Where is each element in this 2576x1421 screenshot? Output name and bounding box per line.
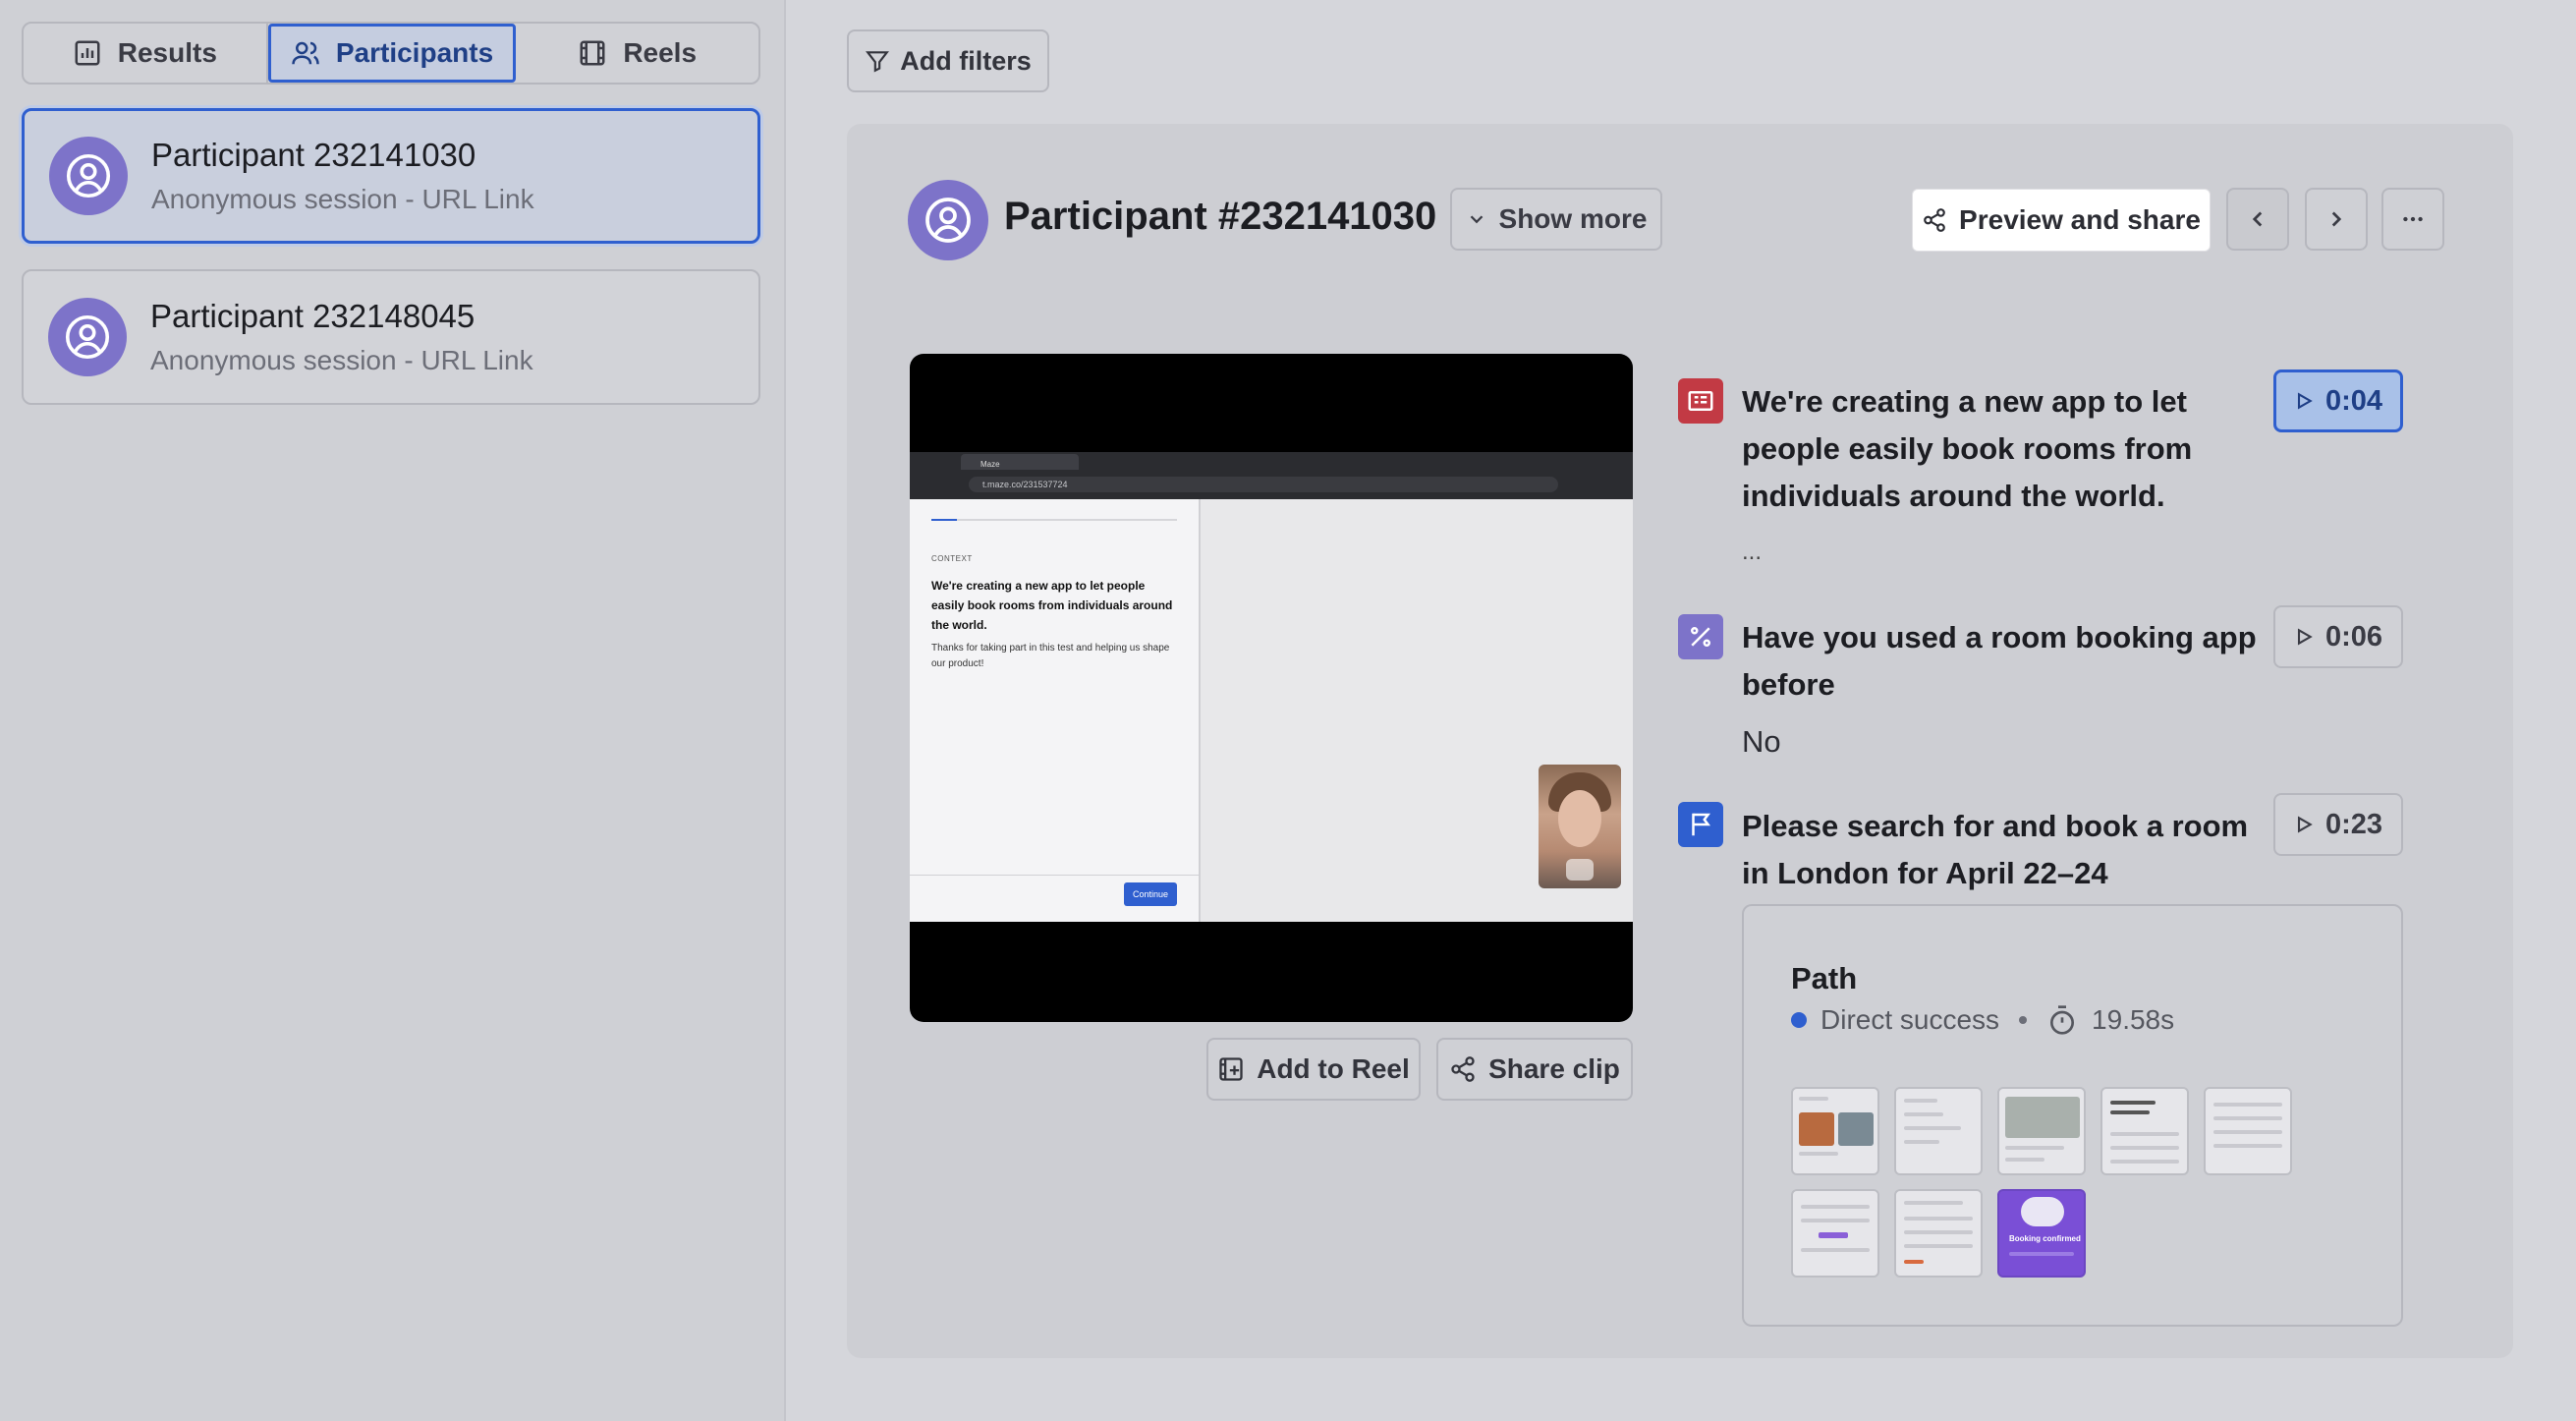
chevron-down-icon: [1470, 215, 1483, 224]
more-options-button[interactable]: [2381, 188, 2444, 251]
tab-participants-label: Participants: [335, 37, 494, 68]
participant-card[interactable]: Participant 232148045 Anonymous session …: [22, 269, 760, 405]
webcam-face: [1558, 790, 1601, 847]
question-text: Please search for and book a room in Lon…: [1742, 809, 2249, 890]
participant-name: Participant 232141030: [151, 137, 476, 173]
question-answer: ...: [1742, 539, 1763, 565]
sidebar: Results Participants Reels Participant 2…: [0, 0, 786, 1421]
mic-icon: [1566, 859, 1594, 881]
chevron-left-icon: [2252, 211, 2263, 227]
add-filters-button[interactable]: Add filters: [847, 29, 1049, 92]
booking-confirmed-label: Booking confirmed: [2009, 1234, 2081, 1243]
mission-flag-icon: [1678, 802, 1723, 847]
progress-bar: [931, 519, 1177, 521]
play-icon: [2297, 392, 2313, 410]
preview-and-share-label: Preview and share: [1959, 204, 2201, 235]
page-title: Participant #232141030: [1004, 195, 1437, 238]
screen-thumbnail[interactable]: Booking confirmed: [1997, 1189, 2086, 1278]
tab-results-label: Results: [117, 37, 217, 68]
add-to-reel-label: Add to Reel: [1257, 1053, 1410, 1084]
previous-participant-button[interactable]: [2226, 188, 2289, 251]
tab-results[interactable]: Results: [24, 24, 268, 83]
avatar: [48, 298, 127, 376]
context-block-icon: [1678, 378, 1723, 424]
divider: [910, 875, 1201, 876]
play-icon: [2297, 628, 2313, 646]
film-icon: [580, 40, 605, 66]
next-participant-button[interactable]: [2305, 188, 2368, 251]
separator-dot: [2019, 1016, 2028, 1024]
view-tabs: Results Participants Reels: [22, 22, 760, 85]
jump-to-timestamp-button[interactable]: 0:23: [2273, 793, 2403, 856]
browser-url: t.maze.co/231537724: [969, 477, 1558, 492]
timestamp-label: 0:23: [2324, 808, 2383, 840]
share-clip-label: Share clip: [1488, 1053, 1620, 1084]
participant-session: Anonymous session - URL Link: [151, 184, 534, 214]
timestamp-label: 0:06: [2324, 620, 2383, 653]
screen-thumbnail[interactable]: [1791, 1189, 1879, 1278]
preview-and-share-button[interactable]: Preview and share: [1912, 189, 2211, 252]
show-more-label: Show more: [1498, 203, 1648, 234]
webcam-feed: [1539, 765, 1621, 888]
question-text: Have you used a room booking app before: [1742, 620, 2257, 702]
share-icon: [1924, 208, 1945, 232]
tab-reels[interactable]: Reels: [516, 24, 758, 83]
browser-tab: Maze: [961, 454, 1079, 470]
yes-no-icon: [1678, 614, 1723, 659]
user-circle-icon: [66, 153, 111, 199]
filter-icon: [866, 51, 890, 73]
tab-reels-label: Reels: [623, 37, 698, 68]
recorded-screen: CONTEXT We're creating a new app to let …: [910, 499, 1633, 922]
screen-thumbnail[interactable]: [1997, 1087, 2086, 1175]
path-title: Path: [1791, 961, 1858, 995]
add-filters-label: Add filters: [900, 45, 1032, 76]
screen-continue-button: Continue: [1124, 882, 1177, 906]
status-dot: [1791, 1012, 1807, 1028]
recorded-panel: CONTEXT We're creating a new app to let …: [910, 499, 1201, 922]
question-text: We're creating a new app to let people e…: [1742, 384, 2193, 513]
path-card: Path Direct success 19.58s Booking confi…: [1742, 904, 2403, 1327]
screen-body: Thanks for taking part in this test and …: [931, 643, 1170, 669]
jump-to-timestamp-button[interactable]: 0:04: [2273, 369, 2403, 432]
users-icon: [292, 41, 319, 65]
avatar: [49, 137, 128, 215]
path-status: Direct success: [1820, 1004, 2000, 1035]
user-circle-icon: [65, 314, 110, 360]
participant-name: Participant 232148045: [150, 298, 476, 334]
browser-tab-label: Maze: [980, 460, 1000, 469]
chevron-right-icon: [2331, 211, 2342, 227]
add-to-reel-icon: [1219, 1057, 1243, 1081]
screen-thumbnail[interactable]: [1894, 1087, 1983, 1175]
timer-icon: [2050, 1005, 2075, 1035]
bar-chart-icon: [75, 40, 100, 66]
tab-participants[interactable]: Participants: [267, 24, 517, 83]
session-video-player[interactable]: Maze t.maze.co/231537724 CONTEXT We're c…: [910, 354, 1633, 1022]
avatar: [908, 180, 988, 260]
more-horizontal-icon: [2403, 216, 2423, 222]
screen-thumbnail[interactable]: [1894, 1189, 1983, 1278]
participant-session: Anonymous session - URL Link: [150, 345, 533, 375]
timestamp-label: 0:04: [2324, 384, 2383, 417]
path-meta: Direct success 19.58s: [1791, 1004, 2174, 1036]
question-answer: No: [1742, 724, 1781, 759]
share-icon: [1451, 1056, 1475, 1082]
path-duration: 19.58s: [2092, 1004, 2175, 1035]
add-to-reel-button[interactable]: Add to Reel: [1206, 1038, 1421, 1101]
screen-thumbnail[interactable]: [1791, 1087, 1879, 1175]
screen-thumbnail[interactable]: [2100, 1087, 2189, 1175]
play-icon: [2297, 816, 2313, 833]
show-more-button[interactable]: Show more: [1450, 188, 1662, 251]
share-clip-button[interactable]: Share clip: [1436, 1038, 1633, 1101]
jump-to-timestamp-button[interactable]: 0:06: [2273, 605, 2403, 668]
screen-heading: We're creating a new app to let people e…: [931, 579, 1173, 632]
screen-context-label: CONTEXT: [931, 554, 973, 563]
screen-thumbnail[interactable]: [2204, 1087, 2292, 1175]
user-circle-icon: [925, 198, 971, 243]
participant-card[interactable]: Participant 232141030 Anonymous session …: [22, 108, 760, 244]
